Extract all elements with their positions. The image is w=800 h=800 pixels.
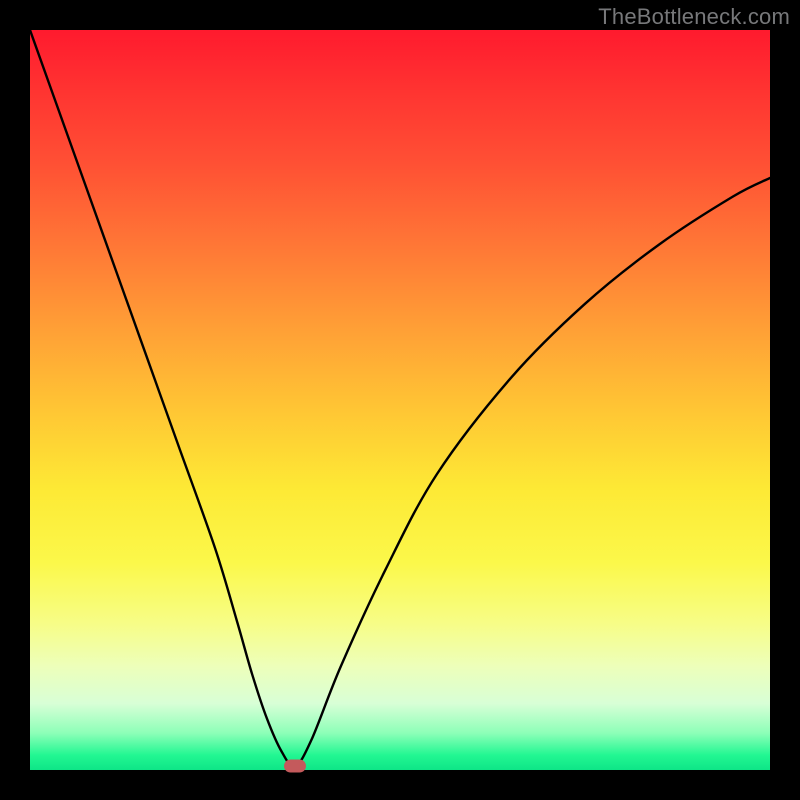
bottleneck-curve <box>30 30 770 767</box>
chart-frame: TheBottleneck.com <box>0 0 800 800</box>
optimum-marker <box>284 760 306 773</box>
plot-area <box>30 30 770 770</box>
watermark-text: TheBottleneck.com <box>598 4 790 30</box>
curve-svg <box>30 30 770 770</box>
